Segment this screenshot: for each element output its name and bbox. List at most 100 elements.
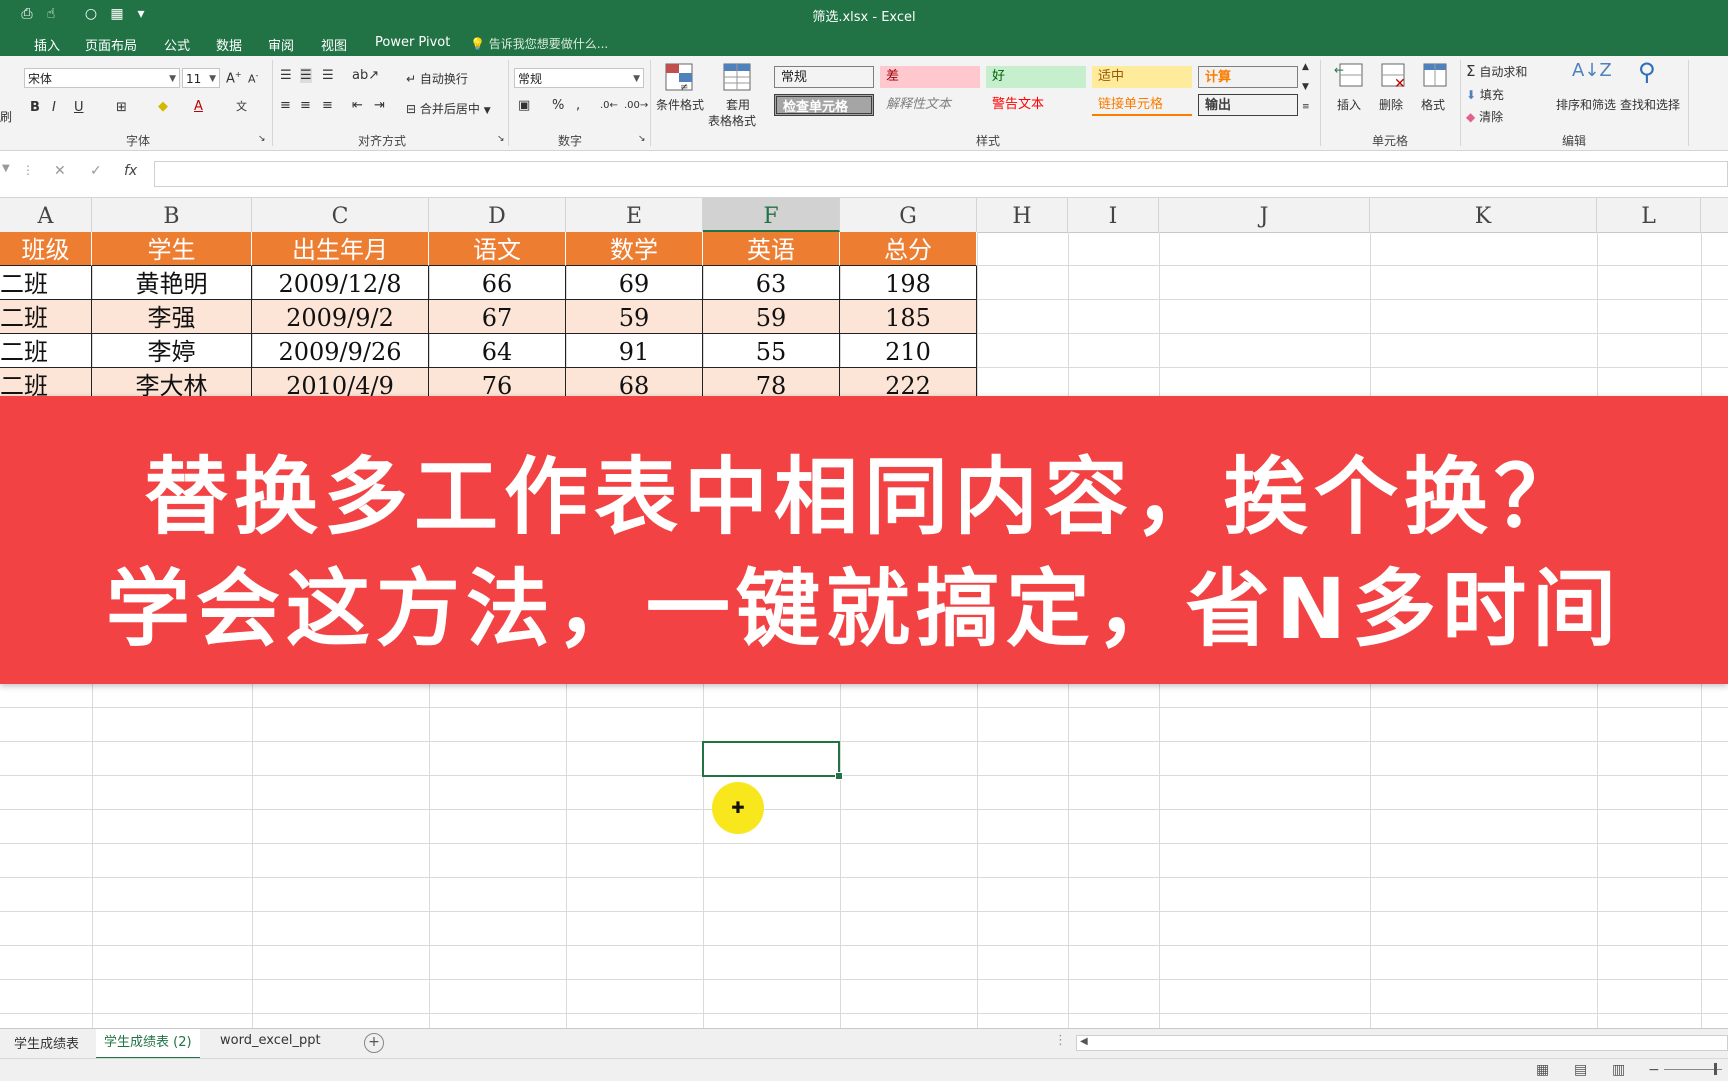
tab-page-layout[interactable]: 页面布局 (85, 35, 137, 54)
column-header-i[interactable]: I (1068, 198, 1159, 232)
style-calculation[interactable]: 计算 (1198, 66, 1298, 88)
dialog-launcher-icon[interactable]: ↘ (497, 134, 505, 144)
find-select-button[interactable]: 查找和选择 (1620, 96, 1680, 113)
add-sheet-icon[interactable]: + (364, 1033, 384, 1053)
table-header-cell[interactable]: 出生年月 (252, 232, 429, 266)
tab-splitter-icon[interactable]: ⋮ (1054, 1033, 1067, 1048)
tab-review[interactable]: 审阅 (268, 35, 294, 54)
normal-view-icon[interactable]: ▦ (1536, 1062, 1549, 1078)
number-format-combo[interactable]: 常规 ▼ (514, 68, 644, 88)
table-header-cell[interactable]: 数学 (566, 232, 703, 266)
align-center-icon[interactable]: ≡ (300, 98, 311, 113)
table-cell[interactable]: 2009/9/2 (252, 300, 429, 334)
fill-color-icon[interactable]: ◆ (158, 99, 168, 114)
style-good[interactable]: 好 (986, 66, 1086, 88)
sort-filter-button[interactable]: 排序和筛选 (1556, 96, 1616, 113)
column-header-b[interactable]: B (92, 198, 252, 232)
accounting-format-icon[interactable]: ▣ (518, 98, 530, 113)
comma-style-icon[interactable]: , (576, 98, 580, 113)
decrease-font-icon[interactable]: A- (248, 71, 258, 86)
table-cell[interactable]: 69 (566, 266, 703, 300)
column-header-a[interactable]: A (0, 198, 92, 232)
font-size-combo[interactable]: 11 ▼ (182, 68, 220, 88)
table-cell[interactable]: 63 (703, 266, 840, 300)
table-cell[interactable]: 59 (566, 300, 703, 334)
increase-indent-icon[interactable]: ⇥ (374, 98, 385, 113)
page-layout-view-icon[interactable]: ▤ (1574, 1062, 1587, 1078)
table-cell[interactable]: 91 (566, 334, 703, 368)
horizontal-scrollbar[interactable]: ◀ (1076, 1035, 1728, 1051)
italic-icon[interactable]: I (52, 100, 56, 115)
column-header-f[interactable]: F (703, 198, 840, 232)
style-bad[interactable]: 差 (880, 66, 980, 88)
dialog-launcher-icon[interactable]: ↘ (638, 134, 646, 144)
namebox-dropdown-icon[interactable]: ▼ (2, 163, 10, 174)
column-header-h[interactable]: H (977, 198, 1068, 232)
format-painter-label[interactable]: 刷 (0, 108, 12, 125)
table-cell[interactable]: 2009/12/8 (252, 266, 429, 300)
sheet-tab-3[interactable]: word_excel_ppt (220, 1033, 321, 1048)
insert-function-icon[interactable]: fx (124, 163, 137, 179)
table-cell[interactable]: 59 (703, 300, 840, 334)
font-name-combo[interactable]: 宋体 ▼ (24, 68, 180, 88)
table-cell[interactable]: 67 (429, 300, 566, 334)
column-header-e[interactable]: E (566, 198, 703, 232)
tab-data[interactable]: 数据 (216, 35, 242, 54)
tab-formulas[interactable]: 公式 (164, 35, 190, 54)
table-header-cell[interactable]: 学生 (92, 232, 252, 266)
scroll-left-icon[interactable]: ◀ (1080, 1036, 1088, 1047)
autosum-button[interactable]: Σ 自动求和 (1466, 62, 1527, 80)
increase-font-icon[interactable]: A+ (226, 70, 242, 86)
percent-icon[interactable]: % (552, 98, 564, 113)
increase-decimal-icon[interactable]: .0← (600, 100, 618, 111)
column-header-k[interactable]: K (1370, 198, 1597, 232)
column-header-j[interactable]: J (1159, 198, 1370, 232)
table-cell[interactable]: 198 (840, 266, 977, 300)
decrease-decimal-icon[interactable]: .00→ (624, 100, 648, 111)
delete-button[interactable]: 删除 (1379, 96, 1403, 113)
conditional-format-button[interactable]: 条件格式 (656, 96, 704, 113)
tab-view[interactable]: 视图 (321, 35, 347, 54)
column-header-g[interactable]: G (840, 198, 977, 232)
column-header-d[interactable]: D (429, 198, 566, 232)
table-cell[interactable]: 64 (429, 334, 566, 368)
underline-icon[interactable]: U (74, 100, 84, 115)
clear-button[interactable]: ◆ 清除 (1466, 108, 1503, 125)
align-top-icon[interactable]: ☰ (280, 68, 292, 83)
align-bottom-icon[interactable]: ☰ (322, 68, 334, 83)
wrap-text-button[interactable]: ↵ 自动换行 (406, 70, 468, 87)
column-header-c[interactable]: C (252, 198, 429, 232)
table-cell[interactable]: 185 (840, 300, 977, 334)
gallery-up-icon[interactable]: ▲ (1302, 62, 1309, 72)
tab-power-pivot[interactable]: Power Pivot (375, 35, 450, 50)
table-cell[interactable]: 210 (840, 334, 977, 368)
gallery-down-icon[interactable]: ▼ (1302, 82, 1309, 92)
style-normal[interactable]: 常规 (774, 66, 874, 88)
selected-cell[interactable] (702, 741, 840, 777)
dialog-launcher-icon[interactable]: ↘ (258, 134, 266, 144)
zoom-slider-thumb[interactable] (1714, 1063, 1717, 1075)
tell-me-box[interactable]: 💡 告诉我您想要做什么... (470, 35, 608, 52)
table-cell[interactable]: 55 (703, 334, 840, 368)
table-cell[interactable]: 2009/9/26 (252, 334, 429, 368)
table-header-cell[interactable]: 语文 (429, 232, 566, 266)
table-header-cell[interactable]: 班级 (0, 232, 92, 266)
table-cell[interactable]: 二班 (0, 334, 92, 368)
align-left-icon[interactable]: ≡ (280, 98, 291, 113)
fill-handle[interactable] (835, 772, 843, 780)
table-cell[interactable]: 李婷 (92, 334, 252, 368)
column-header-l[interactable]: L (1597, 198, 1701, 232)
font-color-icon[interactable]: A (194, 99, 203, 114)
table-format-line1[interactable]: 套用 (726, 96, 750, 113)
style-check-cell[interactable]: 检查单元格 (774, 94, 874, 116)
format-button[interactable]: 格式 (1421, 96, 1445, 113)
align-middle-icon[interactable]: ☰ (300, 68, 312, 83)
phonetic-icon[interactable]: 文 (236, 98, 247, 114)
table-header-cell[interactable]: 英语 (703, 232, 840, 266)
formula-input[interactable] (154, 161, 1728, 187)
table-cell[interactable]: 二班 (0, 266, 92, 300)
bold-icon[interactable]: B (30, 100, 40, 115)
fill-button[interactable]: ⬇ 填充 (1466, 86, 1504, 103)
tab-insert[interactable]: 插入 (34, 35, 60, 54)
gallery-more-icon[interactable]: ≡ (1302, 102, 1310, 112)
